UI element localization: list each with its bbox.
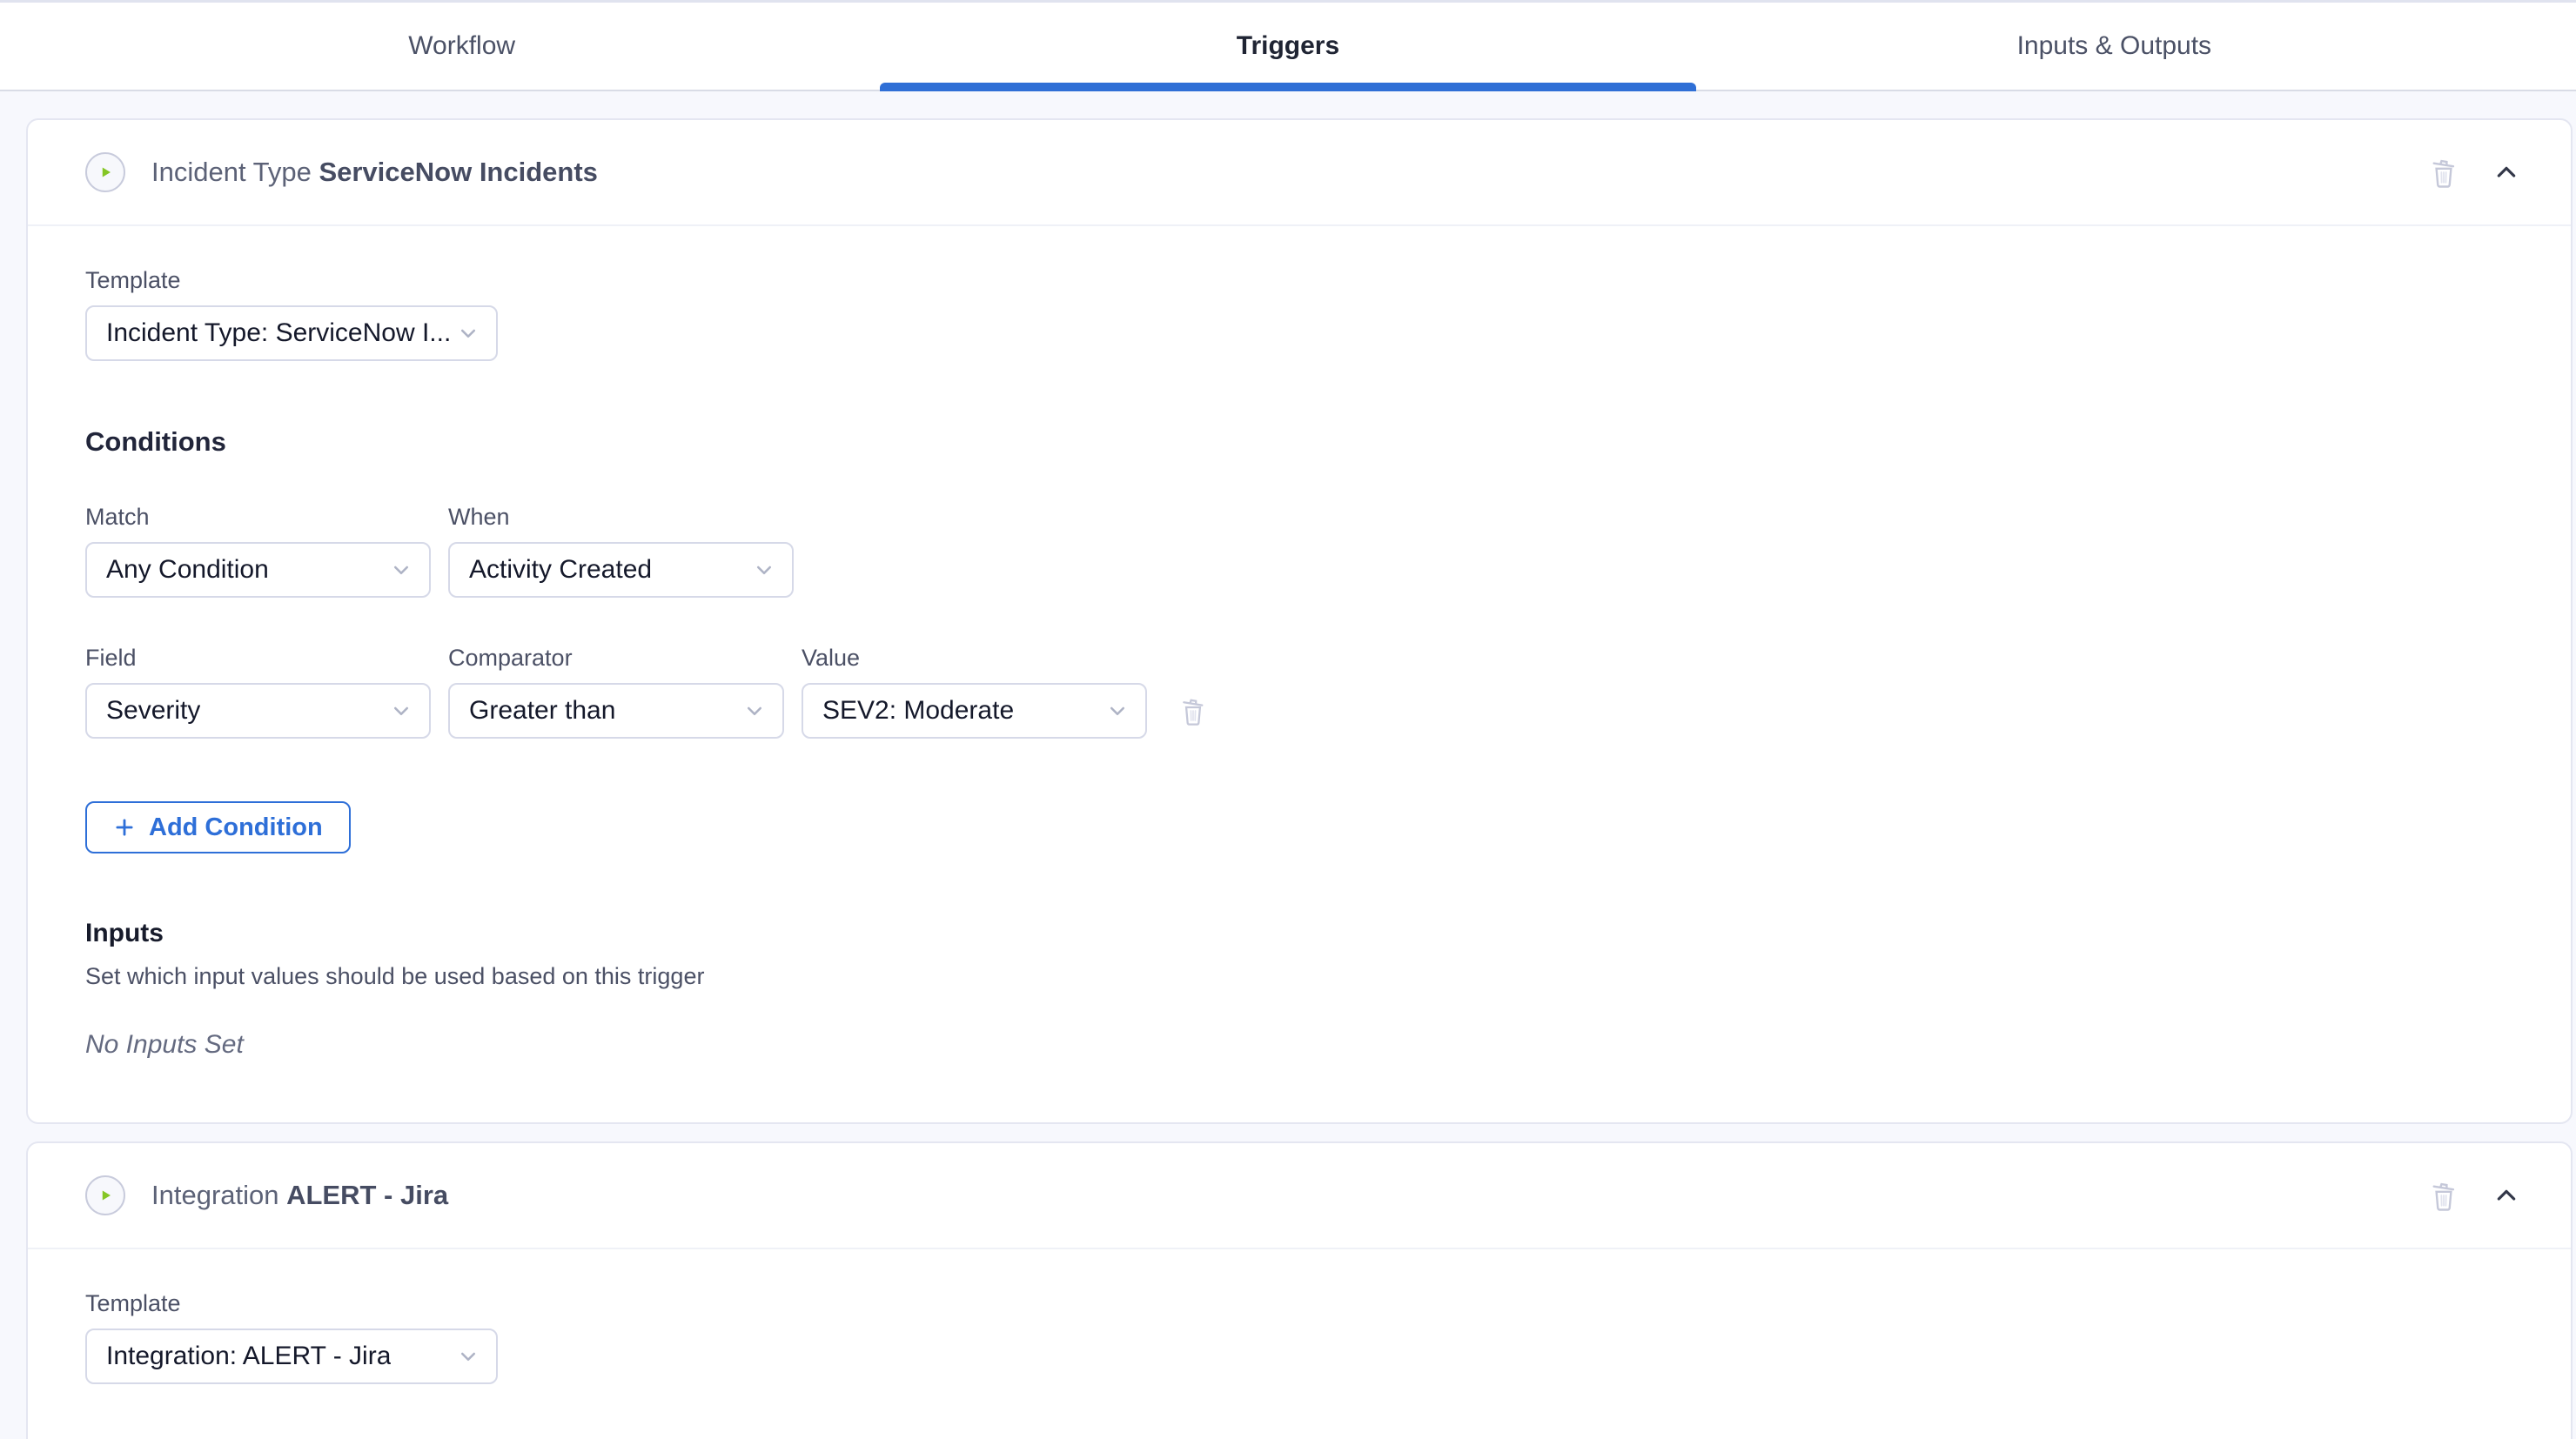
add-condition-button[interactable]: Add Condition (85, 801, 351, 853)
comparator-select-value: Greater than (469, 696, 615, 726)
trigger-name: ALERT - Jira (286, 1180, 448, 1210)
condition-row: Field Severity Comparator Greater than (85, 643, 2513, 739)
value-label: Value (802, 643, 1147, 673)
when-label: When (448, 502, 794, 532)
play-icon (85, 152, 125, 192)
trigger-card-incident-type: Incident Type ServiceNow Incidents (26, 118, 2573, 1124)
collapse-trigger-button[interactable] (2492, 158, 2520, 186)
active-tab-underline (880, 83, 1695, 91)
trash-icon (2428, 1178, 2459, 1213)
trigger-name: ServiceNow Incidents (319, 157, 597, 187)
tab-inputs-outputs[interactable]: Inputs & Outputs (1701, 3, 2527, 90)
tab-workflow-label: Workflow (408, 31, 515, 61)
tab-triggers-label: Triggers (1237, 31, 1339, 61)
when-select[interactable]: Activity Created (448, 542, 794, 598)
chevron-down-icon (458, 323, 479, 344)
tab-inputs-outputs-label: Inputs & Outputs (2017, 31, 2211, 61)
trigger-card-integration: Integration ALERT - Jira (26, 1141, 2573, 1439)
comparator-select[interactable]: Greater than (448, 683, 784, 739)
template-label: Template (85, 265, 2513, 295)
chevron-down-icon (744, 700, 765, 721)
chevron-down-icon (458, 1346, 479, 1367)
chevron-up-icon (2492, 1181, 2520, 1209)
when-select-value: Activity Created (469, 555, 652, 585)
conditions-heading: Conditions (85, 425, 2513, 458)
no-inputs-set-text: No Inputs Set (85, 1029, 2513, 1061)
inputs-heading: Inputs (85, 918, 2513, 949)
inputs-description: Set which input values should be used ba… (85, 961, 2513, 991)
match-select-value: Any Condition (106, 555, 269, 585)
value-select[interactable]: SEV2: Moderate (802, 683, 1147, 739)
delete-trigger-button[interactable] (2428, 155, 2459, 190)
template-select[interactable]: Integration: ALERT - Jira (85, 1329, 498, 1384)
trash-icon (1178, 694, 1208, 727)
chevron-down-icon (1107, 700, 1128, 721)
chevron-up-icon (2492, 158, 2520, 186)
collapse-trigger-button[interactable] (2492, 1181, 2520, 1209)
field-label: Field (85, 643, 431, 673)
trigger-type-label: Integration (151, 1180, 286, 1210)
trigger-card-title: Integration ALERT - Jira (151, 1180, 448, 1211)
template-select[interactable]: Incident Type: ServiceNow I... (85, 305, 498, 361)
field-select-value: Severity (106, 696, 200, 726)
value-select-value: SEV2: Moderate (822, 696, 1014, 726)
tab-triggers[interactable]: Triggers (875, 3, 1701, 90)
delete-trigger-button[interactable] (2428, 1178, 2459, 1213)
field-select[interactable]: Severity (85, 683, 431, 739)
trash-icon (2428, 155, 2459, 190)
match-label: Match (85, 502, 431, 532)
comparator-label: Comparator (448, 643, 784, 673)
chevron-down-icon (754, 559, 775, 580)
template-label: Template (85, 1288, 2513, 1318)
add-condition-label: Add Condition (149, 813, 323, 842)
match-select[interactable]: Any Condition (85, 542, 431, 598)
trigger-card-header: Integration ALERT - Jira (28, 1143, 2571, 1249)
tab-bar: Workflow Triggers Inputs & Outputs (0, 0, 2576, 91)
trigger-card-header: Incident Type ServiceNow Incidents (28, 120, 2571, 226)
template-select-value: Incident Type: ServiceNow I... (106, 318, 451, 348)
play-icon (85, 1175, 125, 1215)
plus-icon (113, 816, 136, 839)
tab-workflow[interactable]: Workflow (49, 3, 875, 90)
delete-condition-button[interactable] (1178, 694, 1208, 727)
trigger-card-title: Incident Type ServiceNow Incidents (151, 157, 598, 188)
chevron-down-icon (391, 700, 412, 721)
template-select-value: Integration: ALERT - Jira (106, 1342, 391, 1371)
chevron-down-icon (391, 559, 412, 580)
trigger-type-label: Incident Type (151, 157, 319, 187)
triggers-page: Workflow Triggers Inputs & Outputs Incid… (0, 0, 2576, 1439)
